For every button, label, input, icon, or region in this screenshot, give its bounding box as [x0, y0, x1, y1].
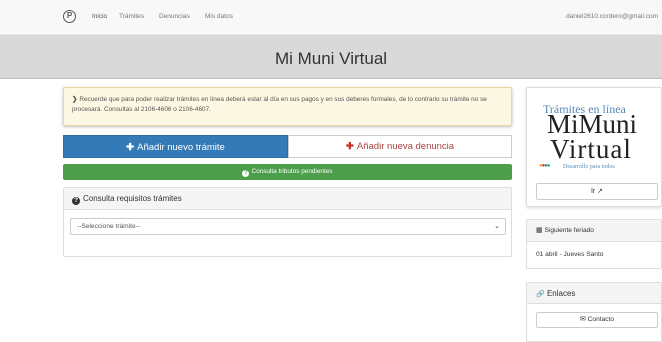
tributos-label: Consulta tributos pendientes: [251, 168, 333, 175]
alert-text: Recuerde que para poder realizar trámite…: [72, 96, 487, 113]
top-navbar: P Inicio Trámites Denuncias Mis datos da…: [0, 0, 662, 35]
add-denuncia-button[interactable]: ✚ Añadir nueva denuncia: [288, 135, 512, 158]
link-icon: 🔗: [536, 291, 545, 298]
question-circle-icon: ?: [72, 197, 80, 205]
requisitos-panel: ? Consulta requisitos trámites --Seleccio…: [63, 187, 512, 257]
contacto-button[interactable]: ✉ Contacto: [536, 312, 658, 328]
payment-alert: ❯ Recuerde que para poder realizar trámit…: [63, 87, 512, 126]
logo-icon[interactable]: P: [63, 10, 76, 23]
enlaces-heading-label: Enlaces: [546, 289, 576, 298]
feriado-heading: ▦ Siguiente feriado: [527, 220, 661, 242]
ir-button[interactable]: Ir ↗: [536, 183, 658, 200]
question-circle-icon: ?: [242, 170, 250, 177]
nav-denuncias[interactable]: Denuncias: [159, 13, 190, 20]
requisitos-heading-label: Consulta requisitos trámites: [83, 194, 182, 203]
chevron-down-icon: ⌄: [494, 223, 500, 230]
tributos-pendientes-button[interactable]: ? Consulta tributos pendientes: [63, 164, 512, 180]
nav-inicio[interactable]: Inicio: [92, 13, 107, 20]
nav-tramites[interactable]: Trámites: [119, 13, 144, 20]
enlaces-heading: 🔗 Enlaces: [527, 283, 661, 304]
banner-tagline: Desarrollo para todos: [563, 164, 615, 170]
plus-icon: ✚: [126, 142, 135, 153]
mimuni-banner: Trámites en línea MiMuni Virtual ●●●● De…: [526, 87, 662, 207]
add-denuncia-label: Añadir nueva denuncia: [356, 141, 455, 152]
people-icon: ●●●●: [539, 163, 550, 169]
feriado-heading-label: Siguiente feriado: [544, 227, 594, 234]
tramite-select[interactable]: --Seleccione trámite-- ⌄: [70, 218, 506, 235]
tramite-select-value: --Seleccione trámite--: [77, 223, 141, 230]
add-tramite-label: Añadir nuevo trámite: [137, 142, 225, 153]
contacto-label: Contacto: [587, 316, 615, 323]
hero-banner: Mi Muni Virtual: [0, 35, 662, 79]
feriado-value: 01 abril - Jueves Santo: [536, 251, 604, 258]
external-link-icon: ↗: [597, 188, 604, 195]
nav-mis-datos[interactable]: Mis datos: [205, 13, 233, 20]
plus-icon: ✚: [345, 141, 354, 152]
feriado-panel: ▦ Siguiente feriado 01 abril - Jueves Sa…: [526, 219, 662, 269]
enlaces-panel: 🔗 Enlaces ✉ Contacto: [526, 282, 662, 342]
add-tramite-button[interactable]: ✚ Añadir nuevo trámite: [63, 135, 288, 158]
requisitos-heading: ? Consulta requisitos trámites: [64, 188, 511, 210]
chevron-right-icon: ❯: [72, 96, 78, 103]
ir-label: Ir: [590, 188, 596, 195]
envelope-icon: ✉: [579, 316, 586, 323]
calendar-icon: ▦: [536, 227, 543, 234]
banner-line3: Virtual: [550, 134, 632, 164]
page-title: Mi Muni Virtual: [274, 49, 388, 68]
user-email[interactable]: daniel2610.cordero@gmail.com: [566, 13, 658, 20]
